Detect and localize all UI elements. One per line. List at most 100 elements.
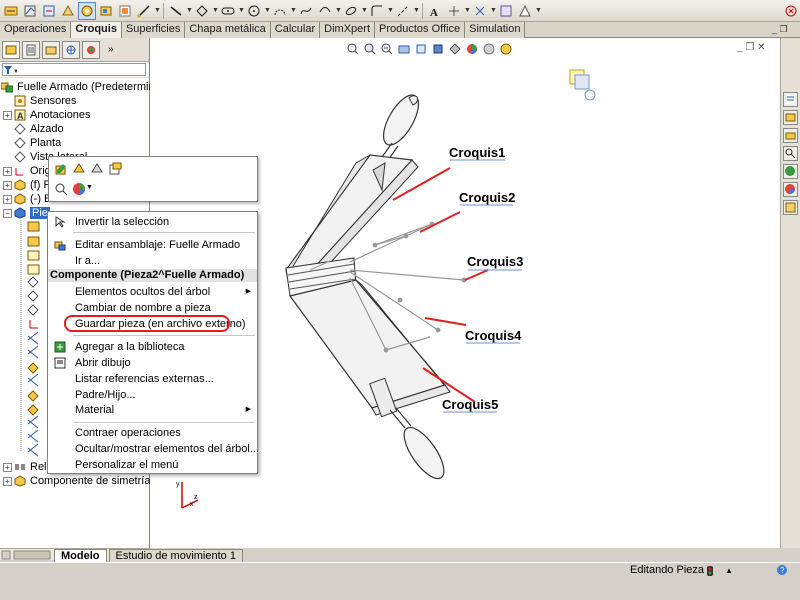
sketch-icon[interactable] (21, 2, 39, 20)
move-component-icon[interactable] (97, 2, 115, 20)
menu-item-ir-a[interactable]: Ir a... (48, 253, 257, 269)
tab-productos-office[interactable]: Productos Office (375, 22, 466, 38)
menu-item-elementos-ocultos[interactable]: Elementos ocultos del árbol ▶ (48, 284, 257, 300)
expand-icon[interactable]: + (3, 194, 12, 204)
property-manager-tab-icon[interactable] (22, 40, 40, 59)
tree-root[interactable]: Fuelle Armado (Predeterminado (0, 80, 173, 94)
menu-item-cambiar-nombre[interactable]: Cambiar de nombre a pieza (48, 300, 257, 316)
panel-expand-icon[interactable]: » (108, 44, 114, 55)
tab-dimxpert[interactable]: DimXpert (320, 22, 375, 38)
tree-item-alzado[interactable]: Alzado (13, 122, 64, 136)
expand-icon[interactable]: + (3, 462, 12, 472)
file-explorer-icon[interactable] (783, 128, 798, 143)
tree-item-mirror-component[interactable]: + Componente de simetría1 (3, 474, 157, 488)
tab-chapa-metalica[interactable]: Chapa metálica (185, 22, 271, 38)
tree-item-mates[interactable]: + Rela (3, 460, 53, 474)
menu-item-contraer-operaciones[interactable]: Contraer operaciones (48, 425, 257, 441)
menu-item-personalizar[interactable]: Personalizar el menú (48, 457, 257, 473)
appearance-dropdown-icon[interactable]: ▼ (86, 184, 93, 191)
spline-icon[interactable] (297, 2, 315, 20)
help-icon[interactable]: ? (775, 564, 789, 579)
tree-item-selected-part[interactable]: − Pie (3, 206, 50, 220)
line-tool-icon[interactable] (135, 2, 153, 20)
rectangle-icon[interactable] (193, 2, 211, 20)
open-part-icon[interactable] (71, 161, 87, 177)
expand-icon[interactable]: + (3, 476, 12, 486)
menu-item-listar-referencias[interactable]: Listar referencias externas... (48, 371, 257, 387)
window-controls[interactable]: _ ❐ (772, 22, 800, 37)
filter-icon[interactable]: ▼ (3, 65, 19, 78)
feature-manager-tab-icon[interactable] (2, 40, 20, 59)
custom-properties-icon[interactable] (783, 200, 798, 215)
bottom-margin (0, 578, 800, 600)
task-pane (780, 38, 800, 548)
zoom-to-selection-icon[interactable] (53, 181, 69, 197)
display-relations-icon[interactable] (516, 2, 534, 20)
component-properties-icon[interactable] (107, 161, 123, 177)
expand-icon[interactable]: + (3, 166, 12, 176)
exit-sketch-icon[interactable] (40, 2, 58, 20)
mates-icon (13, 461, 27, 473)
trim-icon[interactable] (445, 2, 463, 20)
tree-item-float-component[interactable]: + (-) E (3, 192, 51, 206)
arc-icon[interactable] (271, 2, 289, 20)
menu-item-invertir-seleccion[interactable]: Invertir la selección (48, 214, 257, 230)
text-icon[interactable]: A (426, 2, 444, 20)
menu-section-header: Componente (Pieza2^Fuelle Armado) (48, 269, 257, 282)
view-palette-icon[interactable] (783, 164, 798, 179)
tab-estudio-movimiento[interactable]: Estudio de movimiento 1 (108, 549, 243, 562)
tab-croquis[interactable]: Croquis (71, 22, 122, 38)
edit-component-icon[interactable] (78, 1, 96, 20)
3d-sketch-icon[interactable] (59, 2, 77, 20)
tree-item-anotaciones[interactable]: + A Anotaciones (3, 108, 91, 122)
resources-icon[interactable] (783, 92, 798, 107)
tab-modelo[interactable]: Modelo (54, 549, 107, 562)
tab-superficies[interactable]: Superficies (121, 22, 186, 38)
line-icon[interactable] (167, 2, 185, 20)
menu-item-ocultar-mostrar[interactable]: Ocultar/mostrar elementos del árbol... (48, 441, 259, 457)
plane-icon (13, 137, 27, 149)
configuration-manager-tab-icon[interactable] (42, 40, 60, 59)
centerline-icon[interactable] (394, 2, 412, 20)
convert-icon[interactable] (471, 2, 489, 20)
tab-calcular[interactable]: Calcular (270, 22, 321, 38)
display-manager-tab-icon[interactable] (82, 40, 100, 59)
relations-icon[interactable] (116, 2, 134, 20)
search-icon[interactable] (783, 146, 798, 161)
tree-item-planta[interactable]: Planta (13, 136, 61, 150)
menu-item-abrir-dibujo[interactable]: Abrir dibujo (48, 355, 257, 371)
ellipse-icon[interactable] (316, 2, 334, 20)
menu-item-material[interactable]: Material ▶ (48, 402, 257, 418)
smart-dimension-icon[interactable] (2, 2, 20, 20)
bottom-tabs: Modelo Estudio de movimiento 1 (0, 548, 800, 562)
tree-item-origen[interactable]: + Orig (3, 164, 51, 178)
callout-croquis3: Croquis3 (467, 254, 524, 269)
point-icon[interactable] (368, 2, 386, 20)
fillet-icon[interactable] (342, 2, 360, 20)
expand-icon[interactable]: + (3, 180, 12, 190)
origin-icon (13, 165, 27, 177)
circle-icon[interactable] (245, 2, 263, 20)
appearances-icon[interactable] (783, 182, 798, 197)
appearance-icon[interactable] (71, 181, 87, 197)
tab-operaciones[interactable]: Operaciones (0, 22, 72, 38)
menu-item-padre-hijo[interactable]: Padre/Hijo... (48, 387, 257, 403)
menu-item-editar-ensamblaje[interactable]: Editar ensamblaje: Fuelle Armado (48, 237, 257, 253)
design-library-icon[interactable] (783, 110, 798, 125)
tree-item-fixed-component[interactable]: + (f) F (3, 178, 50, 192)
units-icon[interactable]: ▲ (725, 566, 733, 575)
close-icon[interactable] (782, 2, 800, 20)
slot-icon[interactable] (219, 2, 237, 20)
tab-simulation[interactable]: Simulation (465, 22, 526, 38)
tree-item-sensores[interactable]: Sensores (13, 94, 76, 108)
edit-part-icon[interactable] (53, 161, 69, 177)
dimxpert-tab-icon[interactable] (62, 40, 80, 59)
mirror-icon[interactable] (497, 2, 515, 20)
expand-icon[interactable]: + (3, 110, 12, 120)
hide-components-icon[interactable] (89, 161, 105, 177)
menu-item-agregar-biblioteca[interactable]: Agregar a la biblioteca (48, 339, 257, 355)
collapse-icon[interactable]: − (3, 208, 12, 218)
sub-feature-list (18, 220, 48, 460)
callout-croquis1: Croquis1 (449, 145, 506, 160)
filter-input[interactable] (2, 63, 146, 76)
